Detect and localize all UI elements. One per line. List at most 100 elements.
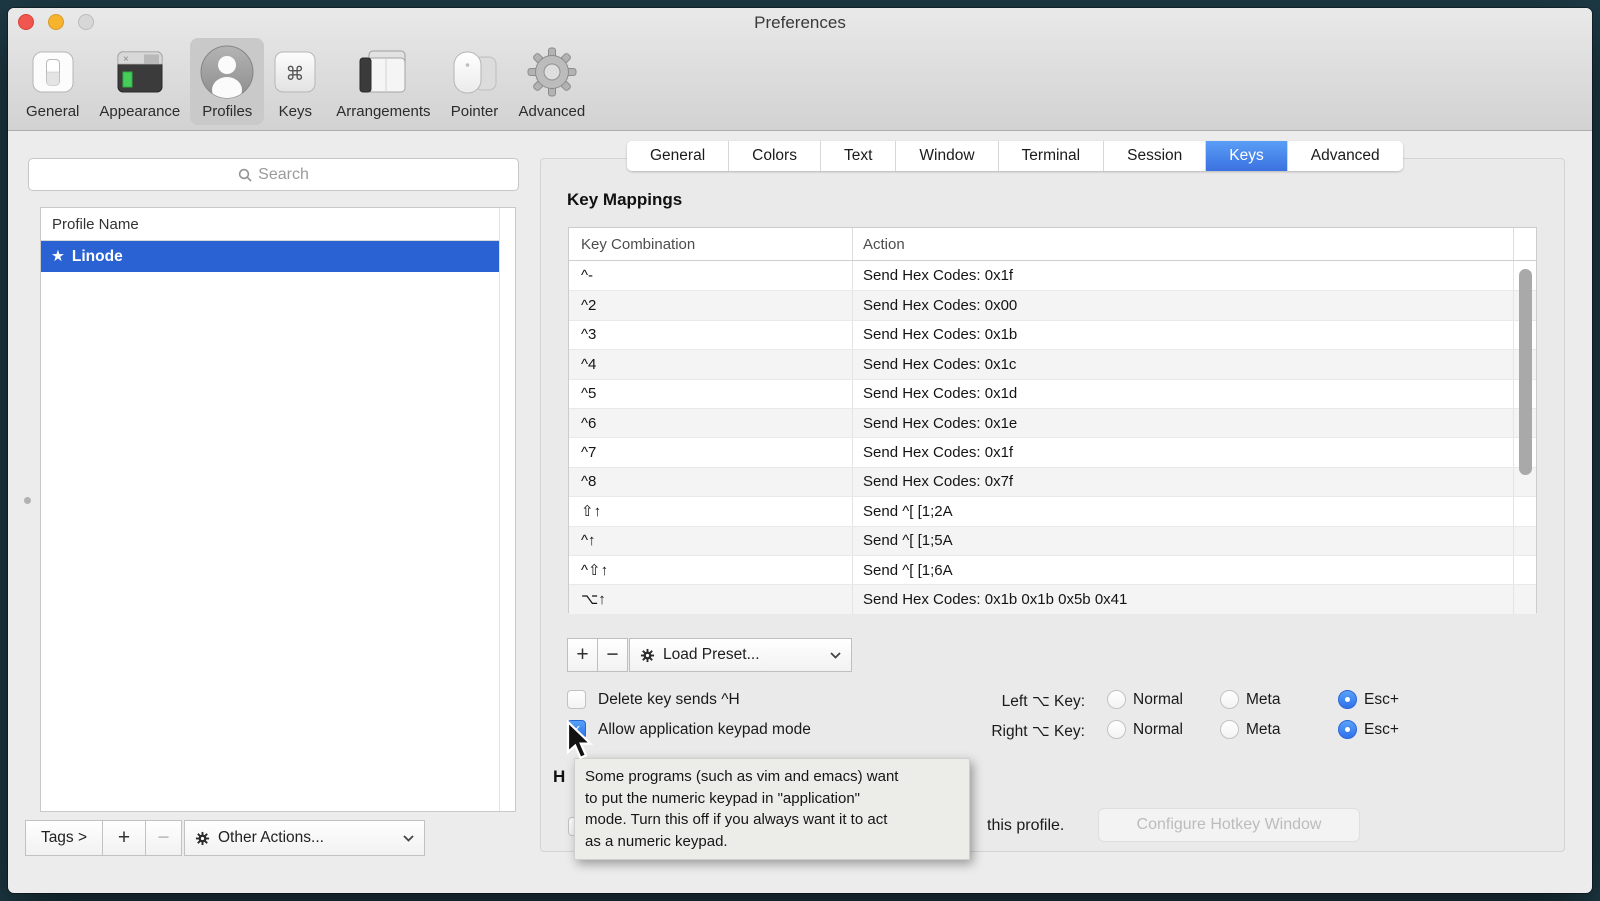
action-cell: Send ^[ [1;2A bbox=[853, 497, 1514, 525]
keypad-tooltip: Some programs (such as vim and emacs) wa… bbox=[574, 758, 970, 860]
gear-icon bbox=[525, 43, 579, 101]
person-icon bbox=[200, 43, 254, 101]
table-row[interactable]: ⌥↑Send Hex Codes: 0x1b 0x1b 0x5b 0x41 bbox=[569, 584, 1536, 613]
tab-window[interactable]: Window bbox=[895, 141, 997, 171]
tab-colors[interactable]: Colors bbox=[728, 141, 820, 171]
row-spacer bbox=[1514, 527, 1536, 555]
left-option-normal: Normal bbox=[1107, 690, 1183, 709]
key-cell: ⇧↑ bbox=[569, 497, 853, 525]
remove-profile-button[interactable]: − bbox=[145, 820, 182, 856]
radio-label: Normal bbox=[1133, 721, 1183, 739]
delete-key-label: Delete key sends ^H bbox=[598, 691, 740, 709]
left-normal-radio[interactable] bbox=[1107, 690, 1126, 709]
right-normal-radio[interactable] bbox=[1107, 720, 1126, 739]
tab-keys[interactable]: Keys bbox=[1205, 141, 1286, 171]
other-actions-dropdown[interactable]: Other Actions... bbox=[184, 820, 425, 856]
table-row[interactable]: ⇧↑Send ^[ [1;2A bbox=[569, 496, 1536, 525]
switch-icon bbox=[32, 43, 74, 101]
key-cell: ^7 bbox=[569, 438, 853, 466]
table-row[interactable]: ^8Send Hex Codes: 0x7f bbox=[569, 467, 1536, 496]
toolbar-item-keys[interactable]: ⌘ Keys bbox=[264, 38, 326, 125]
key-cell: ^↑ bbox=[569, 527, 853, 555]
toolbar-label: Keys bbox=[279, 103, 312, 120]
table-row[interactable]: ^7Send Hex Codes: 0x1f bbox=[569, 437, 1536, 466]
left-esc-radio[interactable] bbox=[1338, 690, 1357, 709]
table-row[interactable]: ^-Send Hex Codes: 0x1f bbox=[569, 261, 1536, 290]
svg-text:⌘: ⌘ bbox=[286, 64, 305, 85]
row-spacer bbox=[1514, 585, 1536, 613]
table-scrollbar-thumb[interactable] bbox=[1519, 269, 1532, 475]
window-title: Preferences bbox=[8, 13, 1592, 33]
key-cell: ^- bbox=[569, 261, 853, 290]
command-key-icon: ⌘ bbox=[274, 43, 316, 101]
left-meta-radio[interactable] bbox=[1220, 690, 1239, 709]
toolbar-item-general[interactable]: General bbox=[16, 38, 89, 125]
right-option-normal: Normal bbox=[1107, 720, 1183, 739]
table-row[interactable]: ^4Send Hex Codes: 0x1c bbox=[569, 349, 1536, 378]
column-header-action[interactable]: Action bbox=[853, 228, 1514, 260]
right-esc-radio[interactable] bbox=[1338, 720, 1357, 739]
profile-list-scrollbar[interactable] bbox=[499, 208, 515, 811]
key-cell: ⌥↑ bbox=[569, 585, 853, 613]
delete-key-checkbox[interactable] bbox=[567, 690, 586, 709]
tab-general[interactable]: General bbox=[627, 141, 728, 171]
row-spacer bbox=[1514, 497, 1536, 525]
table-row[interactable]: ^5Send Hex Codes: 0x1d bbox=[569, 379, 1536, 408]
pane-splitter-handle[interactable] bbox=[24, 497, 31, 504]
right-option-key-label: Right ⌥ Key: bbox=[935, 722, 1085, 741]
desktop: Preferences General × Appearance bbox=[0, 0, 1600, 901]
keypad-label: Allow application keypad mode bbox=[598, 721, 811, 739]
action-cell: Send Hex Codes: 0x1c bbox=[853, 350, 1514, 378]
right-meta-radio[interactable] bbox=[1220, 720, 1239, 739]
tooltip-line: mode. Turn this off if you always want i… bbox=[585, 809, 959, 831]
table-row[interactable]: ^2Send Hex Codes: 0x00 bbox=[569, 290, 1536, 319]
toolbar-label: Advanced bbox=[519, 103, 586, 120]
toolbar-item-advanced[interactable]: Advanced bbox=[509, 38, 596, 125]
tab-session[interactable]: Session bbox=[1103, 141, 1205, 171]
tab-text[interactable]: Text bbox=[820, 141, 895, 171]
toolbar-item-profiles[interactable]: Profiles bbox=[190, 38, 264, 125]
profile-list-header: Profile Name bbox=[41, 208, 515, 241]
column-header-key-combination[interactable]: Key Combination bbox=[569, 228, 853, 260]
remove-mapping-button[interactable]: − bbox=[597, 638, 628, 672]
profile-name: Linode bbox=[72, 248, 123, 266]
radio-label: Meta bbox=[1246, 721, 1280, 739]
radio-label: Esc+ bbox=[1364, 721, 1399, 739]
radio-label: Meta bbox=[1246, 691, 1280, 709]
table-row[interactable]: ^3Send Hex Codes: 0x1b bbox=[569, 320, 1536, 349]
toolbar-item-arrangements[interactable]: Arrangements bbox=[326, 38, 440, 125]
tab-advanced[interactable]: Advanced bbox=[1287, 141, 1403, 171]
tooltip-line: as a numeric keypad. bbox=[585, 831, 959, 853]
tags-button[interactable]: Tags > bbox=[25, 820, 103, 856]
tab-terminal[interactable]: Terminal bbox=[998, 141, 1104, 171]
action-cell: Send Hex Codes: 0x1d bbox=[853, 380, 1514, 408]
key-cell: ^4 bbox=[569, 350, 853, 378]
key-mappings-table: Key Combination Action ^-Send Hex Codes:… bbox=[568, 227, 1537, 613]
other-actions-label: Other Actions... bbox=[218, 829, 324, 847]
mouse-icon bbox=[451, 43, 499, 101]
profile-tabs: General Colors Text Window Terminal Sess… bbox=[627, 141, 1403, 171]
add-profile-button[interactable]: + bbox=[102, 820, 146, 856]
key-cell: ^2 bbox=[569, 291, 853, 319]
profile-row-linode[interactable]: ★ Linode bbox=[41, 241, 499, 272]
action-cell: Send Hex Codes: 0x1e bbox=[853, 409, 1514, 437]
toolbar-item-appearance[interactable]: × Appearance bbox=[89, 38, 190, 125]
add-mapping-button[interactable]: + bbox=[567, 638, 598, 672]
chevron-down-icon bbox=[403, 835, 414, 842]
table-row[interactable]: ^6Send Hex Codes: 0x1e bbox=[569, 408, 1536, 437]
action-cell: Send ^[ [1;6A bbox=[853, 556, 1514, 584]
configure-hotkey-window-button[interactable]: Configure Hotkey Window bbox=[1098, 808, 1360, 842]
table-body: ^-Send Hex Codes: 0x1f ^2Send Hex Codes:… bbox=[569, 261, 1536, 614]
table-row[interactable]: ^↑Send ^[ [1;5A bbox=[569, 526, 1536, 555]
toolbar-item-pointer[interactable]: Pointer bbox=[441, 38, 509, 125]
action-cell: Send Hex Codes: 0x1f bbox=[853, 261, 1514, 290]
load-preset-dropdown[interactable]: Load Preset... bbox=[629, 638, 852, 672]
search-input[interactable]: Search bbox=[28, 158, 519, 191]
action-cell: Send Hex Codes: 0x7f bbox=[853, 468, 1514, 496]
toolbar-label: Arrangements bbox=[336, 103, 430, 120]
table-row[interactable]: ^⇧↑Send ^[ [1;6A bbox=[569, 555, 1536, 584]
toolbar-label: Profiles bbox=[202, 103, 252, 120]
action-cell: Send Hex Codes: 0x1b 0x1b 0x5b 0x41 bbox=[853, 585, 1514, 613]
tooltip-line: Some programs (such as vim and emacs) wa… bbox=[585, 766, 959, 788]
chevron-down-icon bbox=[830, 652, 841, 659]
